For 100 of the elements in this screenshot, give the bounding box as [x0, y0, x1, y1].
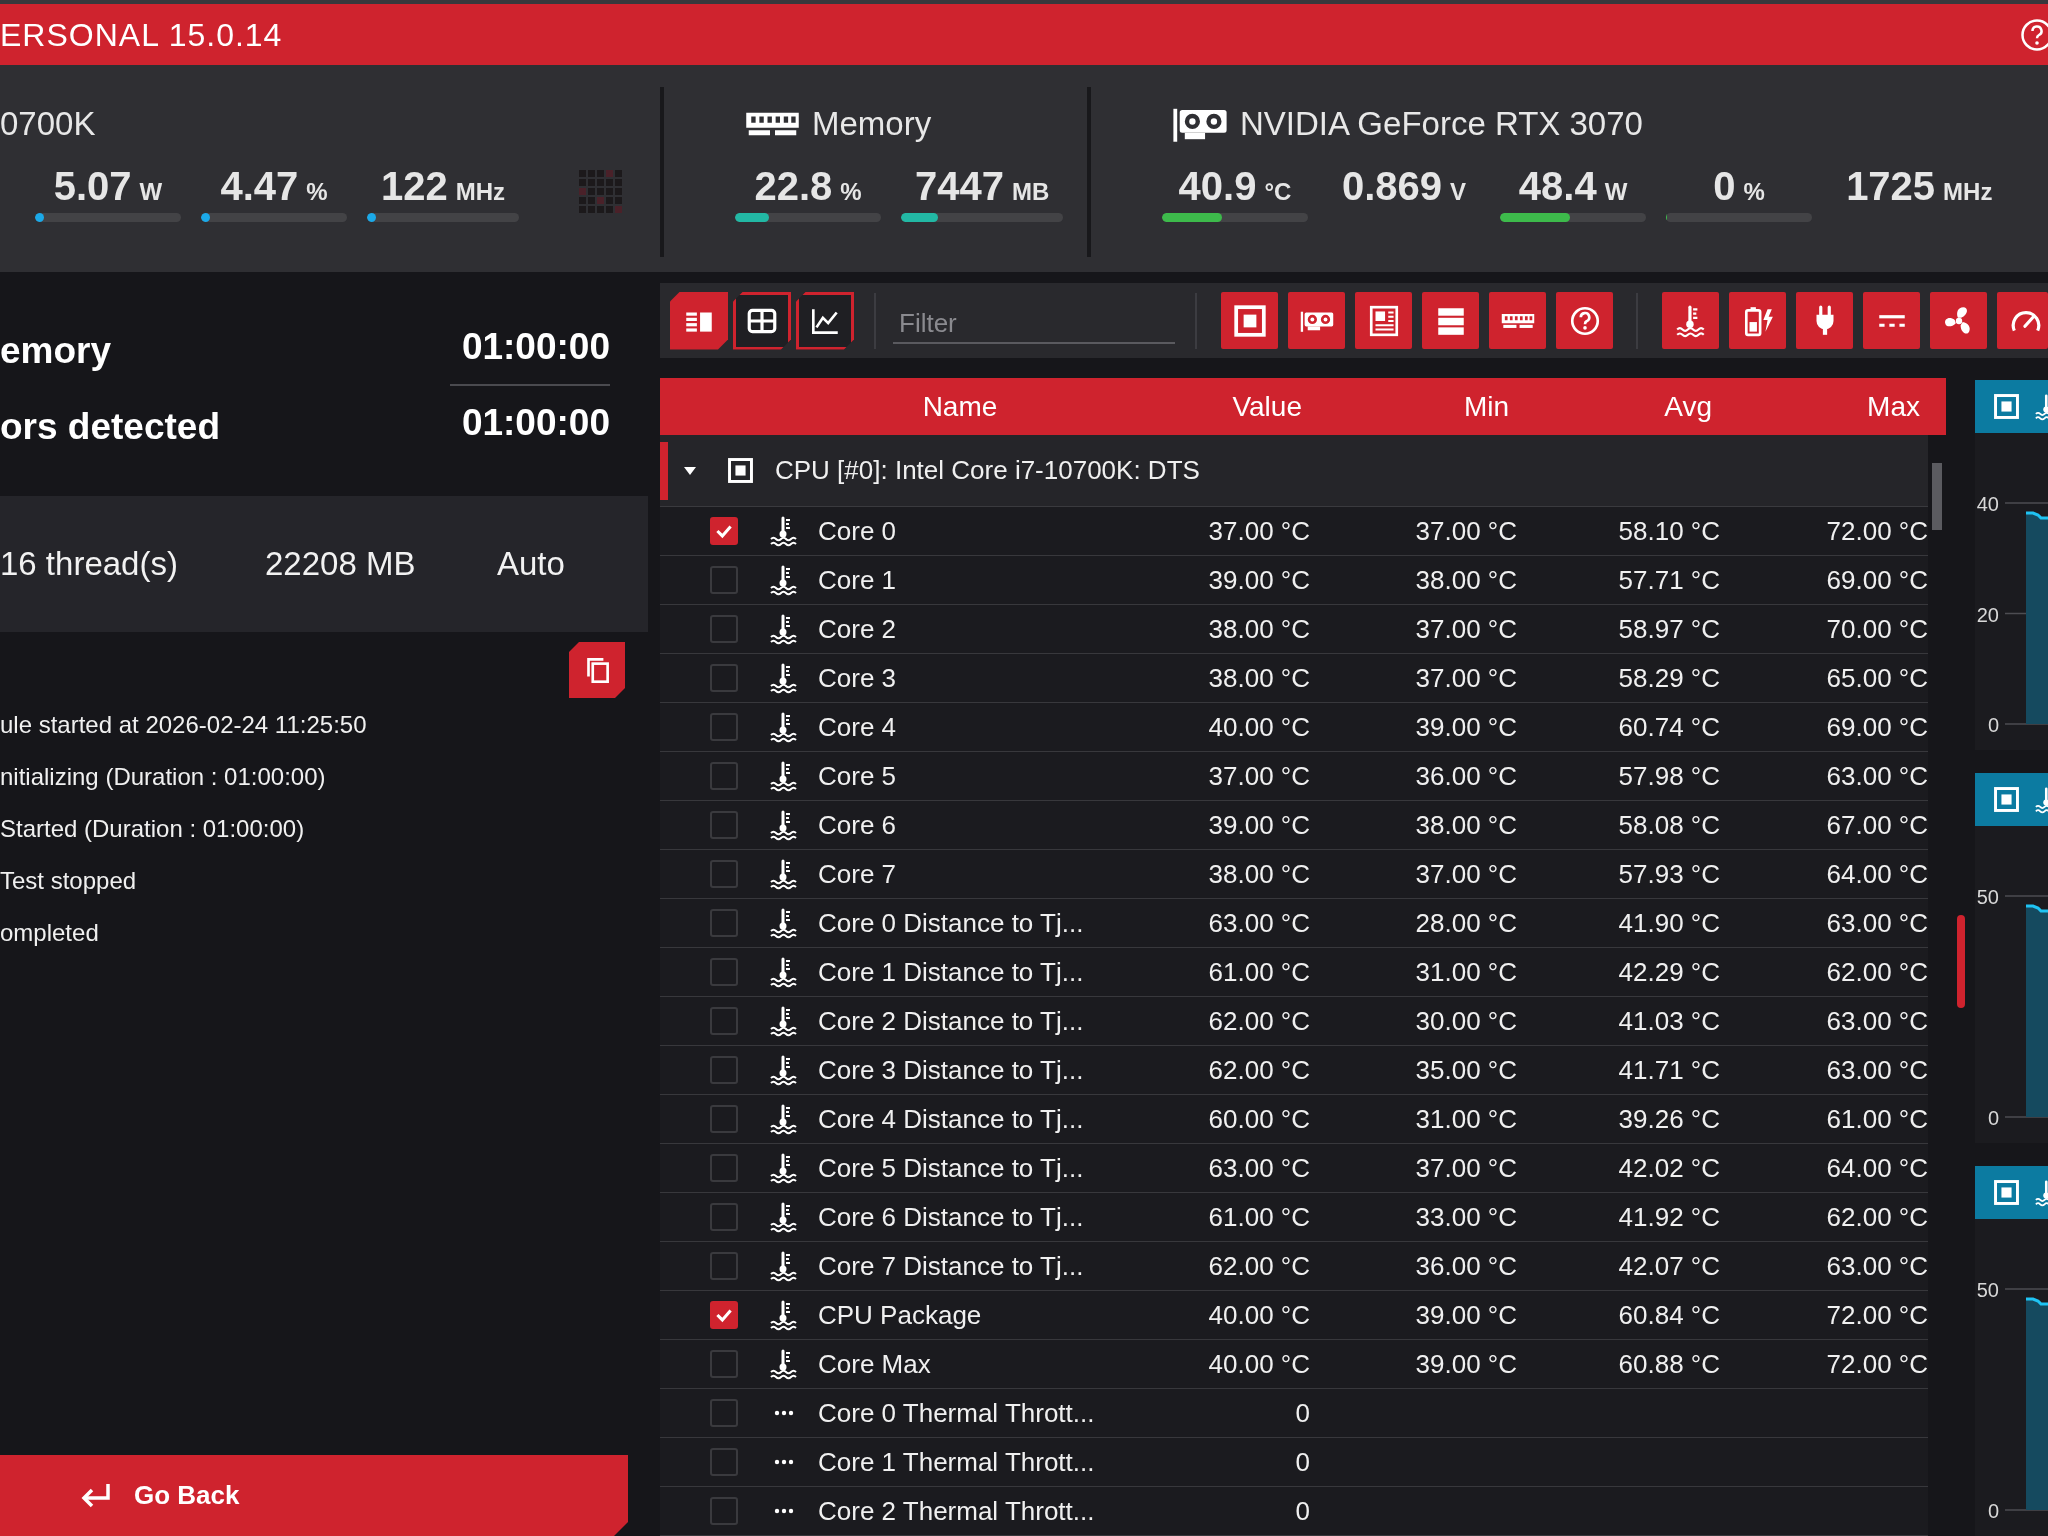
checkbox[interactable]: [710, 566, 738, 594]
stat-unit: W: [1604, 178, 1628, 206]
sensor-value: 63.00 °C: [1207, 907, 1310, 939]
sensor-avg: 58.29 °C: [1617, 662, 1720, 694]
sensor-value: 37.00 °C: [1207, 760, 1310, 792]
app-title: ERSONAL 15.0.14: [0, 15, 283, 55]
stat-value: 122: [381, 164, 448, 208]
sensor-value: 37.00 °C: [1207, 515, 1310, 547]
filter-field[interactable]: Filter: [893, 297, 1175, 344]
checkbox[interactable]: [710, 860, 738, 888]
go-back-button[interactable]: Go Back: [0, 1455, 628, 1536]
sensor-min: 37.00 °C: [1414, 1152, 1517, 1184]
axis-label: 50: [1976, 1279, 1999, 1301]
checkbox[interactable]: [710, 811, 738, 839]
sensor-name: Core 1 Thermal Thrott...: [818, 1446, 1096, 1478]
sensor-avg: 57.71 °C: [1617, 564, 1720, 596]
sensor-min: 36.00 °C: [1414, 1250, 1517, 1282]
sensor-avg: 57.98 °C: [1617, 760, 1720, 792]
sensor-value: 62.00 °C: [1207, 1054, 1310, 1086]
stat-value: 22.8: [754, 164, 833, 208]
resize-handle[interactable]: [1956, 915, 1965, 1008]
log-line: Started (Duration : 01:00:00): [0, 814, 306, 844]
checkbox[interactable]: [710, 713, 738, 741]
checkbox[interactable]: [710, 1105, 738, 1133]
sensor-avg: 41.03 °C: [1617, 1005, 1720, 1037]
sensor-avg: 41.90 °C: [1617, 907, 1720, 939]
sensor-min: 28.00 °C: [1414, 907, 1517, 939]
sensor-value: 63.00 °C: [1207, 1152, 1310, 1184]
motherboard-filter-button[interactable]: [1355, 292, 1412, 349]
checkbox[interactable]: [710, 1007, 738, 1035]
sensor-min: 37.00 °C: [1414, 515, 1517, 547]
sensor-name: Core 7: [818, 858, 898, 890]
sensor-name: Core 0 Thermal Thrott...: [818, 1397, 1096, 1429]
checkbox[interactable]: [710, 1056, 738, 1084]
cpu-chip-icon: [1993, 1179, 2020, 1206]
sensor-avg: 39.26 °C: [1617, 1103, 1720, 1135]
chart-view-button[interactable]: [796, 291, 854, 350]
axis-label: 50: [1976, 886, 1999, 908]
sensor-max: 63.00 °C: [1825, 1005, 1928, 1037]
memory-filter-button[interactable]: [1489, 292, 1546, 349]
sensor-min: 37.00 °C: [1414, 613, 1517, 645]
sensor-max: 63.00 °C: [1825, 1250, 1928, 1282]
sensor-value: 0: [1294, 1397, 1310, 1429]
sensor-max: 61.00 °C: [1825, 1103, 1928, 1135]
sensor-name: Core 6 Distance to Tj...: [818, 1201, 1085, 1233]
stat-value: 4.47: [220, 164, 299, 208]
storage-filter-button[interactable]: [1422, 292, 1479, 349]
sensor-max: 70.00 °C: [1825, 613, 1928, 645]
checkbox[interactable]: [710, 664, 738, 692]
sensor-group-row[interactable]: CPU [#0]: Intel Core i7-10700K: DTS: [660, 435, 1928, 507]
sensor-avg: 42.07 °C: [1617, 1250, 1720, 1282]
checkbox[interactable]: [710, 1350, 738, 1378]
device-name: 0700K: [0, 104, 96, 144]
checkbox[interactable]: [710, 1203, 738, 1231]
checkbox[interactable]: [710, 1301, 738, 1329]
stat-unit: %: [840, 178, 862, 206]
checkbox[interactable]: [710, 1399, 738, 1427]
checkbox[interactable]: [710, 762, 738, 790]
sensor-max: 63.00 °C: [1825, 1054, 1928, 1086]
cpu-chip-icon: [1993, 786, 2020, 813]
checkbox[interactable]: [710, 1252, 738, 1280]
ellipsis-icon: [774, 1410, 794, 1416]
sensor-max: 63.00 °C: [1825, 760, 1928, 792]
checkbox[interactable]: [710, 615, 738, 643]
sensor-name: Core 1 Distance to Tj...: [818, 956, 1085, 988]
checkbox[interactable]: [710, 958, 738, 986]
thermometer-icon: [2035, 392, 2048, 421]
stat-unit: MB: [1012, 178, 1050, 206]
sensor-name: CPU Package: [818, 1299, 983, 1331]
checkbox[interactable]: [710, 1448, 738, 1476]
table-view-button[interactable]: [733, 291, 791, 350]
cpu-filter-button[interactable]: [1221, 292, 1278, 349]
gauge-filter-button[interactable]: [1997, 292, 2048, 349]
log-line: nitializing (Duration : 01:00:00): [0, 762, 327, 792]
sensor-name: Core 6: [818, 809, 898, 841]
thermometer-icon: [2035, 1178, 2048, 1207]
checkbox[interactable]: [710, 909, 738, 937]
sensor-avg: 58.97 °C: [1617, 613, 1720, 645]
fan-filter-button[interactable]: [1930, 292, 1987, 349]
sensor-value: 62.00 °C: [1207, 1250, 1310, 1282]
temperature-filter-button[interactable]: [1662, 292, 1719, 349]
gpu-filter-button[interactable]: [1288, 292, 1345, 349]
plug-filter-button[interactable]: [1796, 292, 1853, 349]
checkbox[interactable]: [710, 517, 738, 545]
power-filter-button[interactable]: [1729, 292, 1786, 349]
list-view-button[interactable]: [670, 291, 728, 350]
other-filter-button[interactable]: [1556, 292, 1613, 349]
device-name: NVIDIA GeForce RTX 3070: [1240, 104, 1643, 144]
sensor-name: Core 3: [818, 662, 898, 694]
sensor-value: 38.00 °C: [1207, 662, 1310, 694]
sensor-max: 67.00 °C: [1825, 809, 1928, 841]
checkbox[interactable]: [710, 1497, 738, 1525]
axis-label: 0: [1987, 1107, 1999, 1129]
stat-value: 0: [1713, 164, 1736, 208]
sensor-name: Core 2: [818, 613, 898, 645]
checkbox[interactable]: [710, 1154, 738, 1182]
copy-button[interactable]: [569, 642, 625, 698]
sensor-max: 72.00 °C: [1825, 1299, 1928, 1331]
scrollbar-thumb[interactable]: [1932, 463, 1942, 530]
dc-filter-button[interactable]: [1863, 292, 1920, 349]
